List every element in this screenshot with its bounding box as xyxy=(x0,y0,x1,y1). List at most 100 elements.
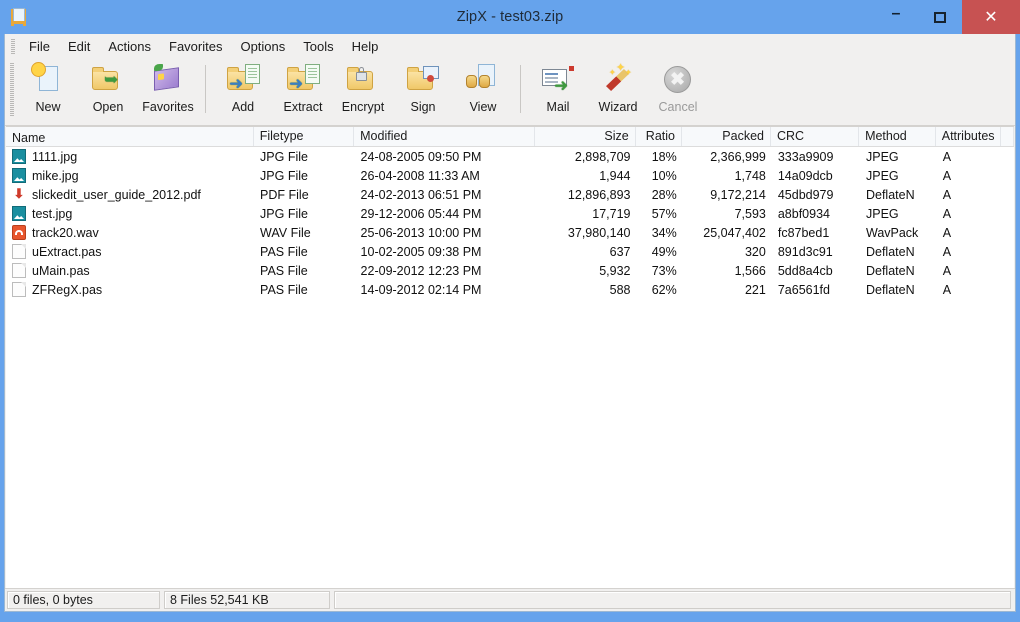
column-header-ratio[interactable]: Ratio xyxy=(636,127,682,146)
toolbar-button-mail[interactable]: ➜ Mail xyxy=(528,59,588,114)
mail-envelope-icon: ➜ xyxy=(540,63,576,97)
toolbar-label-wizard: Wizard xyxy=(598,100,638,114)
column-header-modified[interactable]: Modified xyxy=(354,127,536,146)
toolbar-button-sign[interactable]: Sign xyxy=(393,59,453,114)
generic-file-icon xyxy=(12,244,26,259)
title-bar[interactable]: ZipX - test03.zip – ✕ xyxy=(0,0,1020,34)
column-header-filetype[interactable]: Filetype xyxy=(254,127,355,146)
toolbar-button-add[interactable]: ➜ Add xyxy=(213,59,273,114)
close-button[interactable]: ✕ xyxy=(962,0,1020,34)
toolbar-button-open[interactable]: ➥ Open xyxy=(78,59,138,114)
menu-item-file[interactable]: File xyxy=(20,36,59,57)
toolbar-separator-2 xyxy=(520,65,521,113)
cell-size: 17,719 xyxy=(592,206,631,221)
minimize-button[interactable]: – xyxy=(874,0,918,34)
column-header-packed[interactable]: Packed xyxy=(682,127,771,146)
cell-ratio: 57% xyxy=(651,206,677,221)
file-name-label: ZFRegX.pas xyxy=(32,282,103,297)
cell-size: 12,896,893 xyxy=(567,187,631,202)
toolbar-label-view: View xyxy=(469,100,497,114)
cell-name: test.jpg xyxy=(6,206,254,221)
table-row[interactable]: uMain.pas PAS File 22-09-2012 12:23 PM 5,93… xyxy=(6,261,1014,280)
file-name-label: test.jpg xyxy=(32,206,73,221)
toolbar-label-add: Add xyxy=(231,100,255,114)
column-header-name[interactable]: Name xyxy=(6,127,254,146)
add-to-archive-icon: ➜ xyxy=(225,63,261,97)
table-row[interactable]: mike.jpg JPG File 26-04-2008 11:33 AM 1,944… xyxy=(6,166,1014,185)
cell-packed: 9,172,214 xyxy=(710,187,766,202)
menu-item-options[interactable]: Options xyxy=(231,36,294,57)
file-name-label: 1111.jpg xyxy=(32,149,78,164)
column-header-method[interactable]: Method xyxy=(859,127,936,146)
cell-packed: 25,047,402 xyxy=(703,225,766,240)
toolbar-label-sign: Sign xyxy=(410,100,436,114)
cell-name: ⬇ slickedit_user_guide_2012.pdf xyxy=(6,187,254,202)
cell-packed: 2,366,999 xyxy=(710,149,766,164)
file-list-body: 1111.jpg JPG File 24-08-2005 09:50 PM 2,898… xyxy=(6,147,1014,588)
cell-method: WavPack xyxy=(865,225,919,240)
cell-name: uMain.pas xyxy=(6,263,254,278)
toolbar-button-new[interactable]: New xyxy=(18,59,78,114)
file-name-label: track20.wav xyxy=(32,225,99,240)
cell-attributes: A xyxy=(942,263,952,278)
maximize-button[interactable] xyxy=(918,0,962,34)
menu-item-edit[interactable]: Edit xyxy=(59,36,99,57)
menu-item-tools[interactable]: Tools xyxy=(294,36,342,57)
toolbar-grip-handle[interactable] xyxy=(10,63,14,117)
toolbar-label-mail: Mail xyxy=(546,100,570,114)
toolbar-button-view[interactable]: View xyxy=(453,59,513,114)
cell-size: 637 xyxy=(609,244,631,259)
menu-item-favorites[interactable]: Favorites xyxy=(160,36,231,57)
cell-method: JPEG xyxy=(865,168,899,183)
toolbar-label-new: New xyxy=(35,100,61,114)
cell-ratio: 28% xyxy=(651,187,677,202)
toolbar-button-favorites[interactable]: Favorites xyxy=(138,59,198,114)
cell-crc: 891d3c91 xyxy=(777,244,833,259)
table-row[interactable]: ⬇ slickedit_user_guide_2012.pdf PDF File 24… xyxy=(6,185,1014,204)
cell-ratio: 73% xyxy=(651,263,677,278)
toolbar: New ➥ Open Favorites ➜ Add ➜ Extract Enc… xyxy=(5,59,1015,126)
wizard-wand-icon: ✦ ✦ ✦ xyxy=(600,63,636,97)
cell-filetype: JPG File xyxy=(260,168,308,183)
toolbar-button-encrypt[interactable]: Encrypt xyxy=(333,59,393,114)
cell-size: 2,898,709 xyxy=(574,149,631,164)
toolbar-button-wizard[interactable]: ✦ ✦ ✦ Wizard xyxy=(588,59,648,115)
column-header-attributes[interactable]: Attributes xyxy=(936,127,1001,146)
file-name-label: uMain.pas xyxy=(32,263,90,278)
status-totals: 8 Files 52,541 KB xyxy=(164,591,330,609)
cell-method: DeflateN xyxy=(865,282,915,297)
file-list: Name Filetype Modified Size Ratio Packed… xyxy=(6,126,1014,588)
cell-filetype: PAS File xyxy=(260,244,308,259)
menu-grip-handle[interactable] xyxy=(11,39,15,54)
file-name-label: slickedit_user_guide_2012.pdf xyxy=(32,187,201,202)
table-row[interactable]: ZFRegX.pas PAS File 14-09-2012 02:14 PM 588… xyxy=(6,280,1014,299)
table-row[interactable]: 1111.jpg JPG File 24-08-2005 09:50 PM 2,898… xyxy=(6,147,1014,166)
toolbar-button-extract[interactable]: ➜ Extract xyxy=(273,59,333,114)
cell-attributes: A xyxy=(942,225,952,240)
cell-modified: 25-06-2013 10:00 PM xyxy=(360,225,482,240)
image-file-icon xyxy=(12,168,26,183)
cell-method: JPEG xyxy=(865,149,899,164)
cell-modified: 29-12-2006 05:44 PM xyxy=(360,206,482,221)
favorites-book-icon xyxy=(150,63,186,97)
sign-certificate-icon xyxy=(405,63,441,97)
toolbar-button-cancel: ✖ Cancel xyxy=(648,59,708,114)
toolbar-separator-1 xyxy=(205,65,206,113)
cell-filetype: PDF File xyxy=(260,187,309,202)
cell-filetype: PAS File xyxy=(260,282,308,297)
cell-method: JPEG xyxy=(865,206,899,221)
menu-item-help[interactable]: Help xyxy=(343,36,388,57)
cell-size: 588 xyxy=(609,282,631,297)
encrypt-lock-icon xyxy=(345,63,381,97)
table-row[interactable]: track20.wav WAV File 25-06-2013 10:00 PM 37… xyxy=(6,223,1014,242)
column-header-crc[interactable]: CRC xyxy=(771,127,860,146)
cell-name: uExtract.pas xyxy=(6,244,254,259)
cell-attributes: A xyxy=(942,149,952,164)
cell-name: ZFRegX.pas xyxy=(6,282,254,297)
new-document-icon xyxy=(30,63,66,97)
cell-name: track20.wav xyxy=(6,225,254,240)
column-header-size[interactable]: Size xyxy=(535,127,636,146)
menu-item-actions[interactable]: Actions xyxy=(99,36,160,57)
table-row[interactable]: test.jpg JPG File 29-12-2006 05:44 PM 17,71… xyxy=(6,204,1014,223)
table-row[interactable]: uExtract.pas PAS File 10-02-2005 09:38 PM 6… xyxy=(6,242,1014,261)
